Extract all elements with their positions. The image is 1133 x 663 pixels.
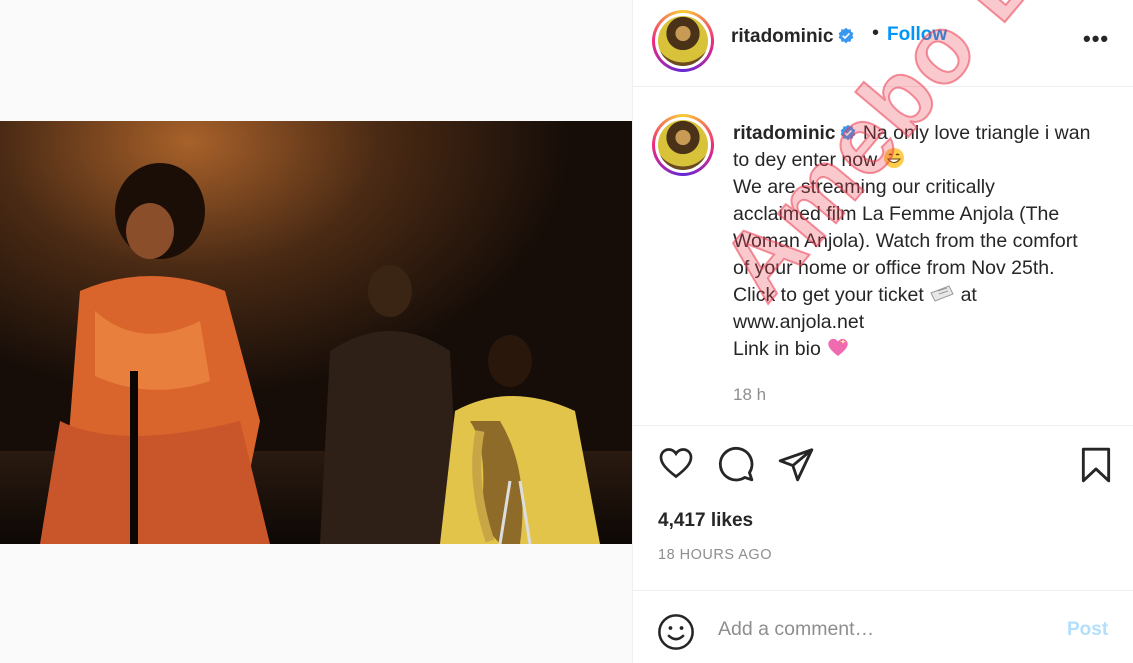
instagram-post-view: ritadominic • Follow ••• ritadominic Na … (0, 0, 1133, 663)
caption-section: ritadominic Na only love triangle i wan … (633, 88, 1133, 426)
comment-bubble-icon[interactable] (717, 445, 755, 483)
caption-text: Na only love triangle i wan (862, 122, 1091, 144)
post-timestamp[interactable]: 18 HOURS AGO (658, 547, 772, 563)
post-photo[interactable] (0, 121, 632, 544)
caption-timestamp[interactable]: 18 h (733, 385, 766, 405)
follow-button[interactable]: Follow (887, 24, 947, 46)
grinning-emoji (883, 148, 904, 168)
caption-author-avatar[interactable] (652, 114, 714, 176)
ticket-emoji (930, 285, 954, 302)
media-pane (0, 0, 632, 663)
caption-text: Link in bio (733, 338, 821, 360)
action-bar (633, 445, 1133, 490)
author-username-text[interactable]: ritadominic (731, 26, 833, 47)
post-caption: ritadominic Na only love triangle i wan … (733, 120, 1123, 363)
caption-line-3: We are streaming our critically (733, 176, 995, 198)
sparkling-heart-emoji (828, 338, 848, 356)
caption-line-1: ritadominic Na only love triangle i wan (733, 120, 1123, 147)
caption-line-4: acclaimed film La Femme Anjola (The (733, 203, 1060, 225)
caption-line-10: Link in bio (733, 336, 1123, 363)
smiley-icon[interactable] (657, 613, 695, 651)
author-username[interactable]: ritadominic (731, 26, 855, 48)
caption-line-2: to dey enter now (733, 147, 1123, 174)
caption-text: to dey enter now (733, 149, 878, 171)
stage-photo-illustration (0, 121, 632, 544)
post-comment-button[interactable]: Post (1067, 619, 1108, 641)
caption-line-7: Click to get your ticket at (733, 282, 1123, 309)
caption-text: Click to get your ticket (733, 284, 924, 306)
bookmark-icon[interactable] (1077, 445, 1115, 485)
post-sidebar: ritadominic • Follow ••• ritadominic Na … (632, 0, 1133, 663)
paper-plane-icon[interactable] (777, 445, 815, 483)
separator-dot: • (872, 22, 880, 44)
author-avatar[interactable] (652, 10, 714, 72)
caption-text: at (960, 284, 977, 306)
post-header: ritadominic • Follow ••• (633, 0, 1133, 87)
caption-link-url[interactable]: www.anjola.net (733, 309, 1123, 336)
caption-author-username[interactable]: ritadominic (733, 123, 835, 144)
more-options-icon[interactable]: ••• (1083, 26, 1109, 52)
verified-badge-icon (841, 124, 856, 141)
heart-icon[interactable] (657, 445, 695, 481)
caption-line-5: Woman Anjola). Watch from the comfort (733, 230, 1078, 252)
caption-line-6: of your home or office from Nov 25th. (733, 257, 1055, 279)
likes-count[interactable]: 4,417 likes (658, 510, 753, 532)
verified-badge-icon (839, 27, 854, 44)
comment-bar: Post (633, 590, 1133, 663)
comment-input[interactable] (718, 611, 1048, 647)
